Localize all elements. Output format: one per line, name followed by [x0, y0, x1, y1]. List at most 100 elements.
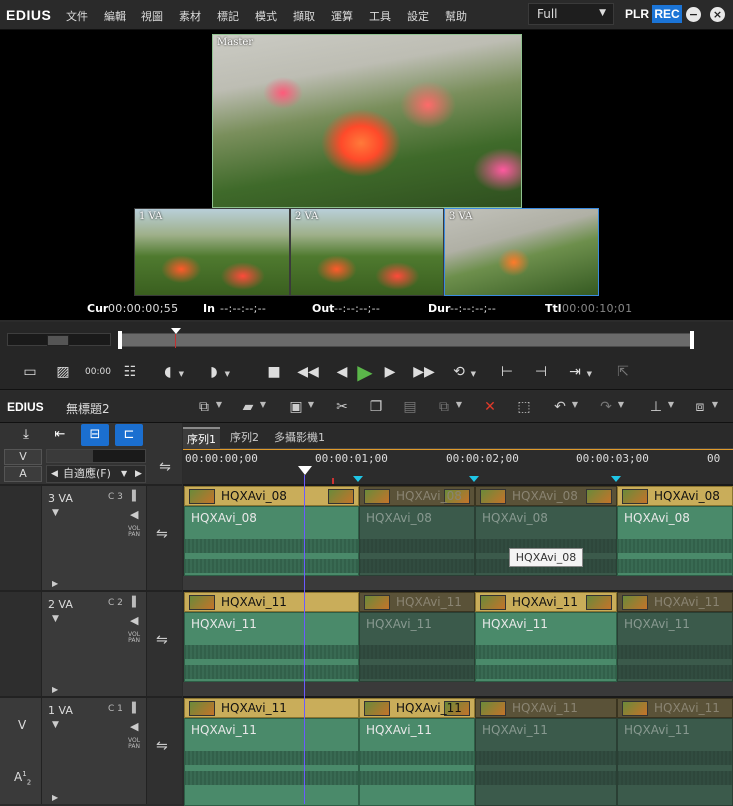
- expand-arrow-icon[interactable]: ▶: [52, 793, 58, 802]
- menu-clip[interactable]: 素材: [179, 8, 201, 24]
- match-frame-out-icon[interactable]: ⊣: [530, 360, 552, 384]
- sync-lock-icon[interactable]: ⊟: [81, 424, 109, 446]
- timeline-clip[interactable]: HQXAvi_11 HQXAvi_11: [184, 698, 359, 806]
- in-point-handle[interactable]: [118, 331, 122, 349]
- loop-icon[interactable]: ⟲ ▼: [448, 360, 476, 384]
- playhead-handle[interactable]: [298, 466, 312, 475]
- menu-view[interactable]: 視圖: [141, 8, 163, 24]
- mode-icon[interactable]: ⤓: [12, 424, 40, 446]
- menu-settings[interactable]: 設定: [407, 8, 429, 24]
- tab-sequence-1[interactable]: 序列1: [183, 427, 220, 449]
- out-point-handle[interactable]: [690, 331, 694, 349]
- expand-arrow-icon[interactable]: ▶: [52, 685, 58, 694]
- open-folder-icon[interactable]: ▰ ▼: [236, 396, 266, 418]
- timecode-display-button[interactable]: 00:00: [84, 360, 112, 384]
- set-out-icon[interactable]: ◗ ▼: [204, 360, 230, 384]
- rewind-icon[interactable]: ◀◀: [296, 360, 320, 384]
- expand-arrow-icon[interactable]: ▶: [52, 579, 58, 588]
- expand-icon[interactable]: ▼: [52, 720, 59, 730]
- timeline-clip[interactable]: HQXAvi_11 HQXAvi_11: [617, 698, 733, 806]
- menu-capture[interactable]: 擷取: [293, 8, 315, 24]
- menu-edit[interactable]: 編輯: [104, 8, 126, 24]
- fast-forward-icon[interactable]: ▶▶: [412, 360, 436, 384]
- speaker-icon[interactable]: ◀: [130, 614, 138, 627]
- ripple-delete-icon[interactable]: ⬚: [512, 396, 536, 418]
- cut-point-marker[interactable]: [353, 476, 363, 482]
- redo-icon[interactable]: ↷ ▼: [594, 396, 624, 418]
- track-head-2va[interactable]: 2 VA C 2 ▐ ▼ ◀ VOL PAN ⇋ ▶: [0, 590, 182, 696]
- plr-toggle[interactable]: PLR: [625, 7, 649, 21]
- audio-toggle[interactable]: A: [4, 466, 42, 482]
- swap-icon[interactable]: ⇋: [156, 632, 168, 648]
- swap-icon[interactable]: ⇋: [156, 738, 168, 754]
- insert-to-timeline-icon[interactable]: ⇥ ▼: [564, 360, 592, 384]
- zoom-right-icon[interactable]: ▶: [135, 466, 142, 482]
- speaker-icon[interactable]: ◀: [130, 508, 138, 521]
- tab-multicam-1[interactable]: 多攝影機1: [270, 427, 329, 449]
- timeline-clip[interactable]: HQXAvi_11 HQXAvi_11: [359, 592, 475, 682]
- menu-marker[interactable]: 標記: [217, 8, 239, 24]
- step-back-icon[interactable]: ◀: [334, 360, 350, 384]
- display-mode-select[interactable]: Full ▼: [528, 3, 614, 25]
- close-button[interactable]: ×: [710, 7, 725, 22]
- minimize-button[interactable]: −: [686, 7, 701, 22]
- menu-tools[interactable]: 工具: [369, 8, 391, 24]
- timeline-clip[interactable]: HQXAvi_11 HQXAvi_11: [475, 698, 617, 806]
- timeline-clip[interactable]: HQXAvi_11 HQXAvi_11: [617, 592, 733, 682]
- video-mute-icon[interactable]: ▐: [128, 703, 136, 714]
- vol-pan-icon[interactable]: VOL PAN: [128, 526, 140, 538]
- rec-toggle[interactable]: REC: [652, 5, 682, 23]
- paste-special-icon[interactable]: ⧉ ▼: [432, 396, 462, 418]
- track-a-label[interactable]: A12: [14, 770, 31, 786]
- tab-sequence-2[interactable]: 序列2: [226, 427, 263, 449]
- delete-icon[interactable]: ✕: [478, 396, 502, 418]
- save-icon[interactable]: ▣ ▼: [284, 396, 314, 418]
- snap-icon[interactable]: ⊏: [115, 424, 143, 446]
- marker-icon[interactable]: ⊥ ▼: [644, 396, 674, 418]
- swap-icon[interactable]: ⇋: [156, 526, 168, 542]
- timeline-clip[interactable]: HQXAvi_11 HQXAvi_11: [184, 592, 359, 682]
- paste-icon[interactable]: ▤: [398, 396, 422, 418]
- track-v-label[interactable]: V: [18, 718, 26, 732]
- menu-help[interactable]: 幫助: [445, 8, 467, 24]
- zebra-icon[interactable]: ▨: [52, 360, 74, 384]
- undo-icon[interactable]: ↶ ▼: [548, 396, 578, 418]
- video-toggle[interactable]: V: [4, 449, 42, 465]
- vol-pan-icon[interactable]: VOL PAN: [128, 632, 140, 644]
- track-head-1va[interactable]: V A12 1 VA C 1 ▐ ▼ ◀ VOL PAN ⇋ ▶: [0, 696, 182, 804]
- cut-point-marker[interactable]: [611, 476, 621, 482]
- shuttle-knob[interactable]: [47, 335, 69, 346]
- cut-icon[interactable]: ✂: [330, 396, 354, 418]
- timeline-clip[interactable]: HQXAvi_08 HQXAvi_08: [359, 486, 475, 576]
- zoom-select[interactable]: ◀ 自適應(F) ▼ ▶: [46, 465, 146, 483]
- mixer-icon[interactable]: ☷: [118, 360, 142, 384]
- timeline-clip[interactable]: HQXAvi_11 HQXAvi_11: [475, 592, 617, 682]
- cut-point-marker[interactable]: [469, 476, 479, 482]
- swap-icon[interactable]: ⇋: [150, 455, 180, 479]
- position-marker[interactable]: [171, 328, 181, 334]
- export-file-icon[interactable]: ⧈ ▼: [688, 396, 718, 418]
- expand-icon[interactable]: ▼: [52, 508, 59, 518]
- video-mute-icon[interactable]: ▐: [128, 491, 136, 502]
- expand-icon[interactable]: ▼: [52, 614, 59, 624]
- track-head-3va[interactable]: 3 VA C 3 ▐ ▼ ◀ VOL PAN ⇋ ▶: [0, 484, 182, 590]
- position-bar[interactable]: [120, 333, 692, 347]
- menu-mode[interactable]: 模式: [255, 8, 277, 24]
- play-icon[interactable]: ▶: [352, 360, 378, 384]
- export-icon[interactable]: ⇱: [612, 360, 634, 384]
- timeline-clip[interactable]: HQXAvi_11 HQXAvi_11: [359, 698, 475, 806]
- new-sequence-icon[interactable]: ⧉ ▼: [192, 396, 222, 418]
- safe-area-icon[interactable]: ▭: [18, 360, 42, 384]
- step-forward-icon[interactable]: ▶: [382, 360, 398, 384]
- set-in-icon[interactable]: ◖ ▼: [158, 360, 184, 384]
- zoom-left-icon[interactable]: ◀: [51, 466, 58, 482]
- speaker-icon[interactable]: ◀: [130, 720, 138, 733]
- video-mute-icon[interactable]: ▐: [128, 597, 136, 608]
- copy-icon[interactable]: ❐: [364, 396, 388, 418]
- timeline-clip[interactable]: HQXAvi_08 HQXAvi_08: [184, 486, 359, 576]
- timeline-clip[interactable]: HQXAvi_08 HQXAvi_08: [617, 486, 733, 576]
- menu-render[interactable]: 運算: [331, 8, 353, 24]
- menu-file[interactable]: 文件: [66, 8, 88, 24]
- stop-icon[interactable]: ■: [264, 360, 284, 384]
- vol-pan-icon[interactable]: VOL PAN: [128, 738, 140, 750]
